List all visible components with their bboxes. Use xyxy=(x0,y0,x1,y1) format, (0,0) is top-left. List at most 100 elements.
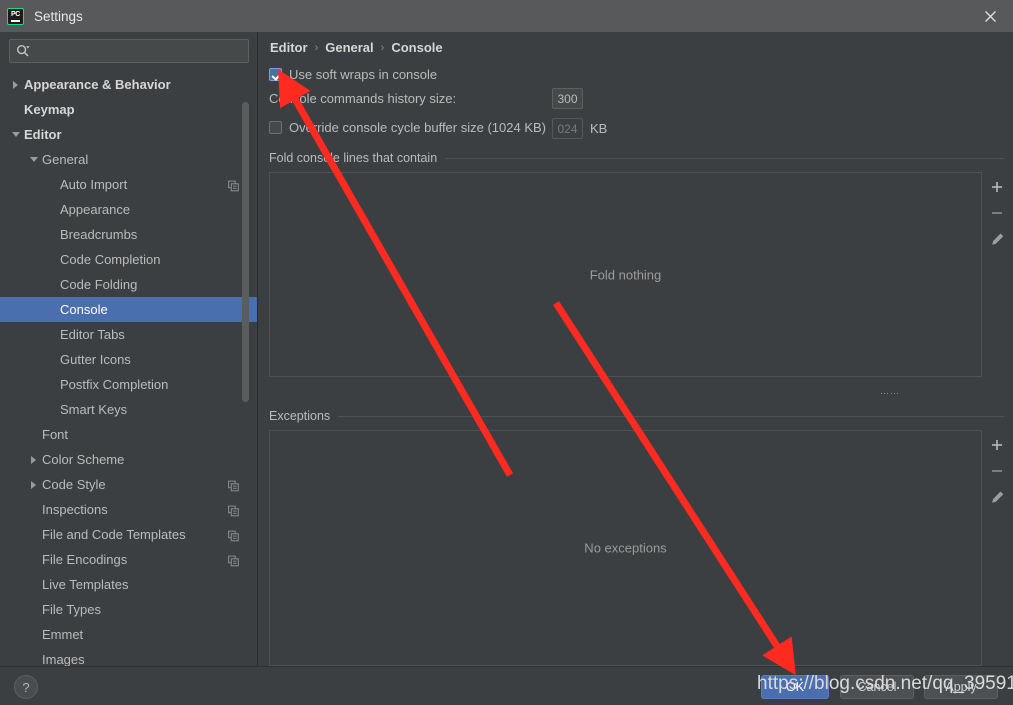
console-settings-pane: Editor › General › Console Use soft wrap… xyxy=(258,32,1013,666)
sidebar-item-postfix-completion[interactable]: Postfix Completion xyxy=(0,372,257,397)
pycharm-logo-text: PC xyxy=(10,11,21,18)
chevron-right-icon[interactable] xyxy=(28,479,39,490)
add-icon[interactable] xyxy=(983,174,1011,200)
sidebar-item-color-scheme[interactable]: Color Scheme xyxy=(0,447,257,472)
fold-panel-toolbar xyxy=(983,174,1011,252)
remove-icon[interactable] xyxy=(983,458,1011,484)
breadcrumb-editor[interactable]: Editor xyxy=(270,40,308,55)
copy-settings-icon[interactable] xyxy=(228,179,239,191)
soft-wraps-checkbox[interactable] xyxy=(269,68,282,81)
override-buffer-checkbox[interactable] xyxy=(269,121,282,134)
sidebar-item-label: Font xyxy=(42,427,69,442)
sidebar-item-emmet[interactable]: Emmet xyxy=(0,622,257,647)
sidebar-item-label: File and Code Templates xyxy=(42,527,186,542)
sidebar-item-label: Inspections xyxy=(42,502,108,517)
chevron-down-icon[interactable] xyxy=(28,154,39,165)
settings-search-box[interactable] xyxy=(9,39,249,63)
sidebar-scrollbar-thumb[interactable] xyxy=(242,102,249,402)
breadcrumb-general[interactable]: General xyxy=(325,40,373,55)
sidebar-item-label: Appearance & Behavior xyxy=(24,77,171,92)
sidebar-item-file-and-code-templates[interactable]: File and Code Templates xyxy=(0,522,257,547)
breadcrumb: Editor › General › Console xyxy=(270,40,443,55)
sidebar-item-breadcrumbs[interactable]: Breadcrumbs xyxy=(0,222,257,247)
pycharm-logo-icon: PC xyxy=(7,7,24,25)
copy-settings-icon[interactable] xyxy=(228,554,239,566)
close-icon[interactable] xyxy=(968,0,1013,32)
sidebar-item-file-types[interactable]: File Types xyxy=(0,597,257,622)
sidebar-item-auto-import[interactable]: Auto Import xyxy=(0,172,257,197)
copy-settings-icon[interactable] xyxy=(228,529,239,541)
sidebar-item-label: Code Completion xyxy=(60,252,161,267)
override-buffer-input[interactable]: 024 xyxy=(552,118,583,139)
copy-settings-icon[interactable] xyxy=(228,479,239,491)
ok-button[interactable]: OK xyxy=(761,675,829,699)
sidebar-item-smart-keys[interactable]: Smart Keys xyxy=(0,397,257,422)
sidebar-item-label: Appearance xyxy=(60,202,131,217)
fold-section-title: Fold console lines that contain xyxy=(269,151,438,165)
cancel-button[interactable]: Cancel xyxy=(840,675,914,699)
history-size-label: Console commands history size: xyxy=(269,91,457,106)
remove-icon[interactable] xyxy=(983,200,1011,226)
override-buffer-unit: KB xyxy=(590,121,608,136)
copy-settings-icon[interactable] xyxy=(228,504,239,516)
splitter-grip[interactable]: ⋯⋯ xyxy=(880,389,900,398)
sidebar-item-label: Images xyxy=(42,652,85,666)
settings-tree[interactable]: Appearance & Behavior Keymap Editor General… xyxy=(0,72,257,666)
section-divider xyxy=(338,415,1004,417)
sidebar-item-gutter-icons[interactable]: Gutter Icons xyxy=(0,347,257,372)
sidebar-item-label: Smart Keys xyxy=(60,402,128,417)
exceptions-list-panel[interactable]: No exceptions xyxy=(269,430,982,666)
section-divider xyxy=(445,157,1004,159)
add-icon[interactable] xyxy=(983,432,1011,458)
sidebar-item-editor[interactable]: Editor xyxy=(0,122,257,147)
sidebar-item-live-templates[interactable]: Live Templates xyxy=(0,572,257,597)
exceptions-section-title: Exceptions xyxy=(269,409,331,423)
fold-list-panel[interactable]: Fold nothing xyxy=(269,172,982,377)
sidebar-item-label: Breadcrumbs xyxy=(60,227,138,242)
fold-section-header: Fold console lines that contain xyxy=(269,151,1004,165)
override-buffer-label: Override console cycle buffer size (1024… xyxy=(289,120,546,135)
exceptions-empty-text: No exceptions xyxy=(584,540,667,556)
sidebar-item-editor-tabs[interactable]: Editor Tabs xyxy=(0,322,257,347)
sidebar-item-label: Editor Tabs xyxy=(60,327,125,342)
sidebar-item-keymap[interactable]: Keymap xyxy=(0,97,257,122)
sidebar-item-label: Code Folding xyxy=(60,277,138,292)
sidebar-item-file-encodings[interactable]: File Encodings xyxy=(0,547,257,572)
chevron-right-icon[interactable] xyxy=(28,454,39,465)
search-input[interactable] xyxy=(30,43,248,59)
soft-wraps-label: Use soft wraps in console xyxy=(289,67,438,82)
chevron-down-icon[interactable] xyxy=(10,129,21,140)
chevron-right-icon: › xyxy=(314,41,319,54)
sidebar-item-appearance[interactable]: Appearance xyxy=(0,197,257,222)
sidebar-item-label: Gutter Icons xyxy=(60,352,131,367)
chevron-right-icon: › xyxy=(380,41,385,54)
exceptions-section-header: Exceptions xyxy=(269,409,1004,423)
sidebar-item-general[interactable]: General xyxy=(0,147,257,172)
settings-sidebar: Appearance & Behavior Keymap Editor General… xyxy=(0,32,258,666)
sidebar-item-font[interactable]: Font xyxy=(0,422,257,447)
edit-icon[interactable] xyxy=(983,484,1011,510)
sidebar-item-images[interactable]: Images xyxy=(0,647,257,666)
sidebar-scrollbar-track[interactable] xyxy=(242,72,253,666)
apply-button[interactable]: Apply xyxy=(924,675,998,699)
sidebar-item-console[interactable]: Console xyxy=(0,297,257,322)
sidebar-item-inspections[interactable]: Inspections xyxy=(0,497,257,522)
chevron-right-icon[interactable] xyxy=(10,79,21,90)
sidebar-item-label: Emmet xyxy=(42,627,84,642)
window-title: Settings xyxy=(34,8,83,24)
breadcrumb-console: Console xyxy=(391,40,443,55)
dialog-footer: ? OK Cancel Apply xyxy=(0,666,1013,705)
help-button[interactable]: ? xyxy=(14,675,38,699)
sidebar-item-label: Console xyxy=(60,302,108,317)
edit-icon[interactable] xyxy=(983,226,1011,252)
fold-empty-text: Fold nothing xyxy=(589,267,662,282)
sidebar-item-code-style[interactable]: Code Style xyxy=(0,472,257,497)
override-buffer-row[interactable]: Override console cycle buffer size (1024… xyxy=(269,120,546,135)
history-size-input[interactable]: 300 xyxy=(552,88,583,109)
sidebar-item-code-folding[interactable]: Code Folding xyxy=(0,272,257,297)
sidebar-item-label: Color Scheme xyxy=(42,452,125,467)
soft-wraps-row[interactable]: Use soft wraps in console xyxy=(269,67,437,82)
sidebar-item-label: File Types xyxy=(42,602,102,617)
sidebar-item-code-completion[interactable]: Code Completion xyxy=(0,247,257,272)
sidebar-item-appearance-behavior[interactable]: Appearance & Behavior xyxy=(0,72,257,97)
